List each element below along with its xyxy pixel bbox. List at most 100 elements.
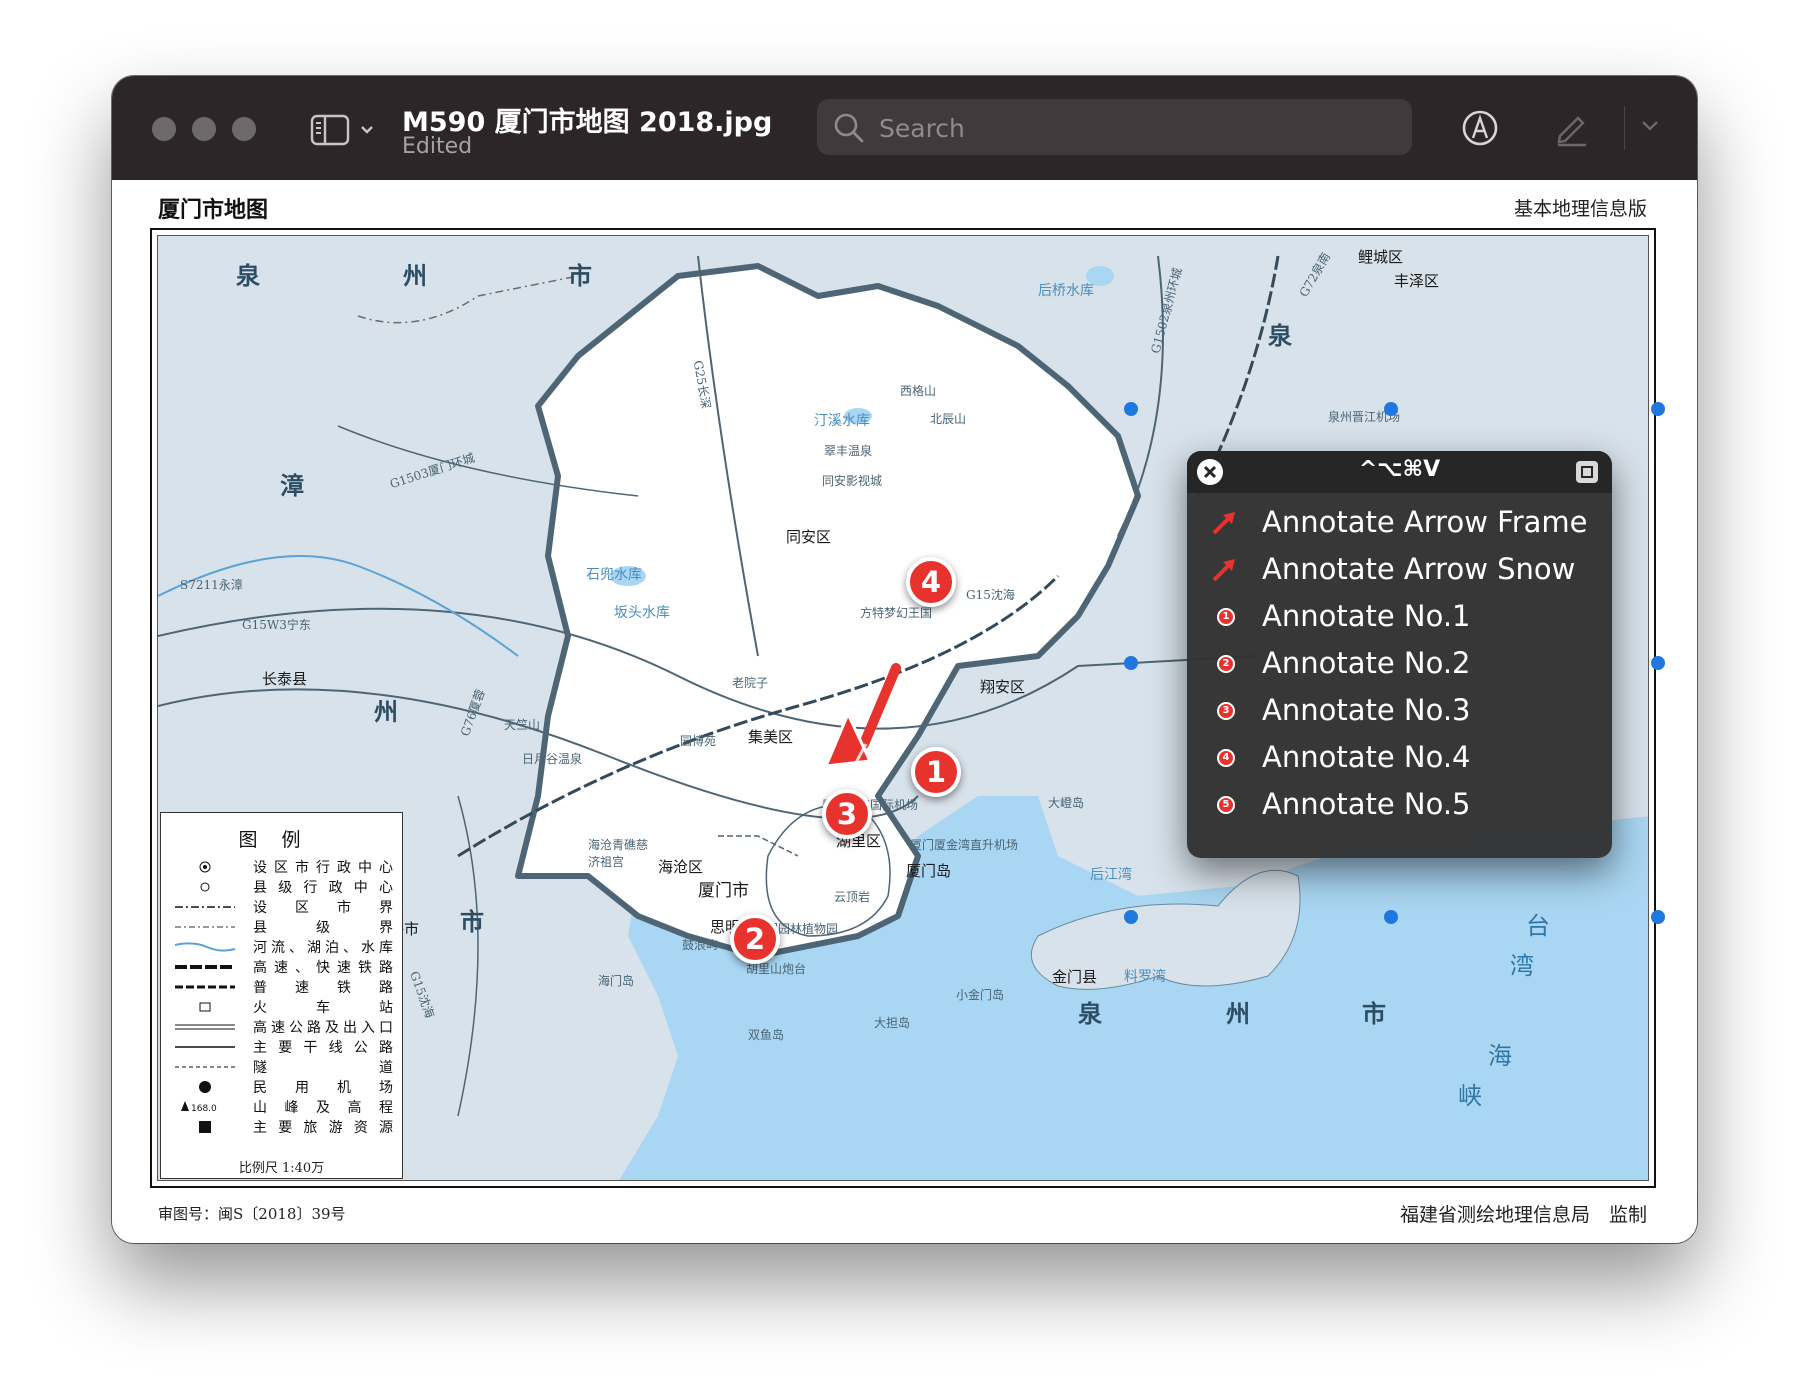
sidebar-icon: [310, 114, 373, 146]
selection-handle[interactable]: [1124, 910, 1138, 924]
selection-handle[interactable]: [1651, 402, 1665, 416]
menu-item-arrow-frame[interactable]: Annotate Arrow Frame: [1187, 499, 1612, 545]
strait-label: 峡: [1458, 1082, 1482, 1110]
region-label: 市: [460, 907, 484, 936]
selection-handle[interactable]: [1651, 656, 1665, 670]
place-label: 海门岛: [598, 974, 635, 988]
peak-icon: 168.0: [181, 1101, 217, 1114]
strait-label: 湾: [1510, 952, 1534, 980]
region-label: 州: [403, 261, 427, 290]
region-label: 泉: [1078, 999, 1102, 1028]
edit-button[interactable]: [1552, 108, 1592, 152]
highway-label: G15沈海: [966, 588, 1015, 602]
minimize-window-button[interactable]: [192, 117, 216, 141]
command-icon: [1576, 461, 1598, 483]
map-publisher: 福建省测绘地理信息局 监制: [1399, 1204, 1647, 1226]
poi-label: 云顶岩: [834, 890, 871, 904]
poi-label: 西格山: [900, 384, 937, 398]
airport-icon: [199, 1081, 211, 1093]
region-label: 市: [568, 261, 592, 290]
water-label: 后桥水库: [1038, 283, 1094, 299]
region-label: 州: [374, 697, 398, 726]
popup-shortcut-label: ^⌥⌘V: [1358, 457, 1441, 482]
place-label: 鲤城区: [1358, 248, 1404, 266]
selection-handle[interactable]: [1651, 910, 1665, 924]
selection-handle[interactable]: [1384, 910, 1398, 924]
command-button[interactable]: [1574, 459, 1600, 485]
selection-handle[interactable]: [1124, 402, 1138, 416]
map-edition: 基本地理信息版: [1513, 198, 1647, 220]
place-label: 同安区: [786, 528, 832, 546]
map-approval-number: 审图号：闽S〔2018〕39号: [158, 1205, 346, 1223]
city-center-icon: [199, 861, 211, 873]
legend-row: 县级行政中心: [161, 877, 404, 897]
poi-label: 园博苑: [680, 734, 717, 748]
place-label: 丰泽区: [1394, 272, 1440, 290]
highspeed-rail-icon: [175, 965, 235, 969]
place-label: 厦门岛: [906, 862, 952, 880]
arrow-icon: [1212, 512, 1235, 535]
menu-item-no1[interactable]: 1 Annotate No.1: [1187, 593, 1612, 639]
titlebar: M590 厦门市地图 2018.jpg Edited Search: [112, 76, 1697, 180]
place-label: 集美区: [748, 728, 794, 746]
menu-item-no2[interactable]: 2 Annotate No.2: [1187, 640, 1612, 686]
pen-icon: [1557, 116, 1586, 147]
annotation-badge[interactable]: 2: [730, 914, 780, 964]
document-status: Edited: [402, 134, 473, 159]
expressway-icon: [175, 1024, 235, 1030]
map-title: 厦门市地图: [158, 197, 269, 223]
menu-item-arrow-snow[interactable]: Annotate Arrow Snow: [1187, 546, 1612, 592]
selection-handle[interactable]: [1384, 402, 1398, 416]
water-label: 料罗湾: [1124, 969, 1166, 985]
place-label: 鼓浪屿: [682, 938, 719, 952]
map-legend: 图例 设区市行政中心 县级行政中心 设区市界 县级界 河流、湖泊、水库 高速、快…: [160, 812, 403, 1179]
legend-row: 河流、湖泊、水库: [161, 937, 404, 957]
legend-row: 县级界: [161, 917, 404, 937]
search-field[interactable]: Search: [817, 99, 1412, 155]
more-button[interactable]: [1640, 116, 1660, 140]
menu-item-no5[interactable]: 5 Annotate No.5: [1187, 781, 1612, 827]
close-window-button[interactable]: [152, 117, 176, 141]
water-label: 坂头水库: [614, 605, 670, 621]
markup-button[interactable]: [1460, 108, 1500, 152]
number-badge-icon: 2: [1217, 655, 1235, 673]
place-label: 海沧区: [658, 858, 704, 876]
place-label: 大担岛: [874, 1016, 911, 1030]
legend-row: 高速公路及出入口: [161, 1017, 404, 1037]
selection-handle[interactable]: [1124, 656, 1138, 670]
county-boundary-icon: [175, 926, 235, 928]
legend-row: 民用机场: [161, 1077, 404, 1097]
poi-label: 同安影视城: [822, 474, 883, 488]
legend-row: 主要旅游资源: [161, 1117, 404, 1137]
annotation-badge[interactable]: 1: [911, 747, 961, 797]
water-label: 汀溪水库: [814, 413, 870, 429]
search-icon: [834, 113, 864, 143]
number-badge-icon: 3: [1217, 702, 1235, 720]
place-label: 双鱼岛: [748, 1028, 785, 1042]
trunk-road-icon: [175, 1046, 235, 1048]
county-center-icon: [200, 882, 210, 892]
legend-title: 图例: [238, 829, 325, 851]
poi-label: 海沧青礁慈济祖宫: [588, 838, 649, 869]
menu-item-no3[interactable]: 3 Annotate No.3: [1187, 687, 1612, 733]
poi-label: 天竺山: [504, 718, 541, 732]
place-label: 厦门市: [698, 881, 749, 901]
poi-label: 翠丰温泉: [824, 444, 873, 458]
number-badge-icon: 1: [1217, 608, 1235, 626]
highway-label: G15W3宁东: [242, 618, 311, 632]
menu-item-no4[interactable]: 4 Annotate No.4: [1187, 734, 1612, 780]
tourism-icon: [199, 1121, 211, 1133]
tunnel-icon: [175, 1066, 235, 1068]
region-label: 漳: [280, 471, 304, 500]
svg-text:168.0: 168.0: [191, 1104, 217, 1114]
zoom-window-button[interactable]: [232, 117, 256, 141]
region-label: 州: [1226, 999, 1250, 1028]
popup-header: ^⌥⌘V: [1187, 451, 1612, 493]
sidebar-toggle-button[interactable]: [310, 110, 380, 150]
annotation-badge[interactable]: 4: [906, 557, 956, 607]
annotation-badge[interactable]: 3: [822, 789, 872, 839]
strait-label: 台: [1526, 912, 1550, 940]
water-label: 后江湾: [1090, 867, 1132, 883]
legend-row: 主要干线公路: [161, 1037, 404, 1057]
strait-label: 海: [1488, 1042, 1512, 1070]
